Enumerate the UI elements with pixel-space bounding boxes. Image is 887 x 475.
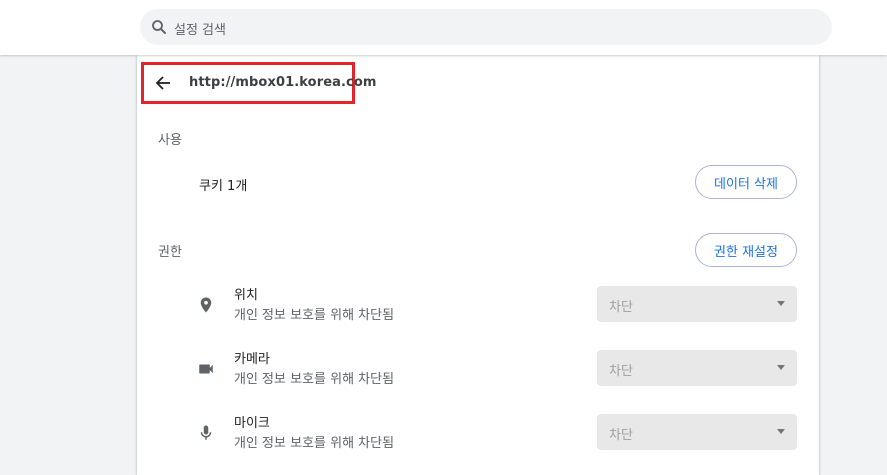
top-toolbar: 설정 검색 [0,0,887,55]
site-url-title: http://mbox01.korea.com [189,75,377,90]
settings-search-bar[interactable]: 설정 검색 [140,9,832,45]
permission-row-microphone: 마이크 개인 정보 보호를 위해 차단됨 차단 [137,412,819,462]
select-value: 차단 [609,300,633,315]
permission-title: 위치 [234,288,258,303]
reset-permissions-button[interactable]: 권한 재설정 [695,233,797,267]
permission-row-location: 위치 개인 정보 보호를 위해 차단됨 차단 [137,284,819,334]
camera-icon [199,364,213,374]
select-value: 차단 [609,428,633,443]
search-icon [152,20,166,34]
usage-section-label: 사용 [158,133,182,148]
permission-subtitle: 개인 정보 보호를 위해 차단됨 [234,436,395,451]
clear-data-button[interactable]: 데이터 삭제 [695,165,797,199]
microphone-icon [200,425,212,440]
chevron-down-icon [777,365,785,370]
permission-title: 마이크 [234,416,270,431]
camera-permission-select: 차단 [597,350,797,386]
search-input[interactable]: 설정 검색 [174,19,226,38]
location-permission-select: 차단 [597,286,797,322]
permission-subtitle: 개인 정보 보호를 위해 차단됨 [234,308,395,323]
microphone-permission-select: 차단 [597,414,797,450]
select-value: 차단 [609,364,633,379]
site-settings-card: http://mbox01.korea.com 사용 쿠키 1개 데이터 삭제 … [137,55,819,475]
chevron-down-icon [777,301,785,306]
permission-row-camera: 카메라 개인 정보 보호를 위해 차단됨 차단 [137,348,819,398]
cookies-count: 쿠키 1개 [199,179,248,194]
permission-title: 카메라 [234,352,270,367]
location-pin-icon [200,297,212,313]
arrow-back-icon[interactable] [155,75,171,91]
permissions-section-label: 권한 [158,245,182,260]
chevron-down-icon [777,429,785,434]
permission-subtitle: 개인 정보 보호를 위해 차단됨 [234,372,395,387]
